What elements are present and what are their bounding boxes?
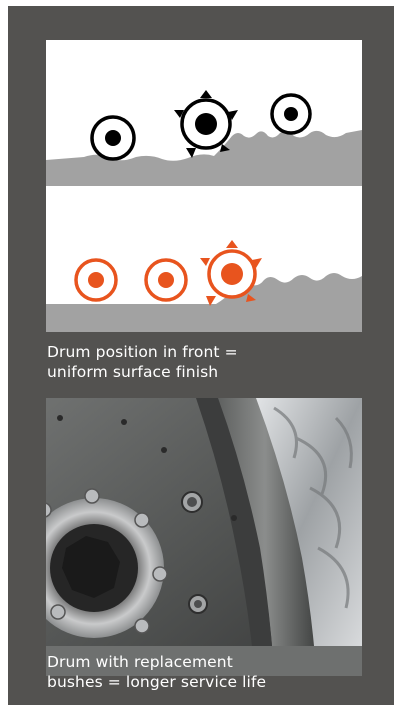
caption-line: Drum with replacement xyxy=(47,653,233,671)
drum-position-diagram xyxy=(46,40,362,332)
caption-line: uniform surface finish xyxy=(47,363,219,381)
drum-icon-bottom-2 xyxy=(144,258,188,302)
caption-line: bushes = longer service life xyxy=(47,673,267,691)
photo-caption: Drum with replacement bushes = longer se… xyxy=(47,652,377,692)
drum-icon-top-3 xyxy=(270,93,312,135)
diagram-caption: Drum position in front = uniform surface… xyxy=(47,342,377,382)
caption-line: Drum position in front = xyxy=(47,343,238,361)
drum-icon-top-1 xyxy=(90,115,136,161)
drum-photo xyxy=(46,398,362,676)
drum-icon-bottom-1 xyxy=(74,258,118,302)
